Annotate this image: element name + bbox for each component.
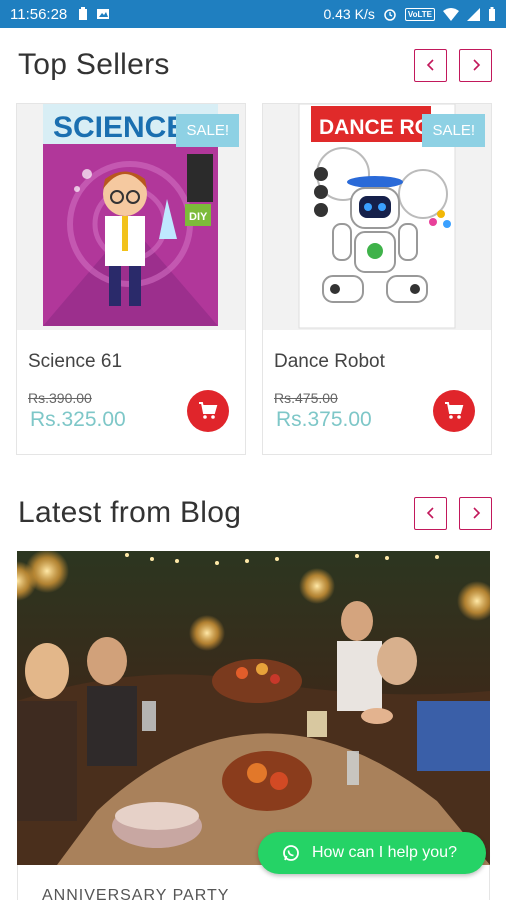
product-name[interactable]: Dance Robot [274, 351, 385, 373]
wifi-icon [443, 7, 459, 21]
blog-post-image[interactable] [17, 551, 490, 865]
whatsapp-chat-button[interactable]: How can I help you? [258, 832, 486, 874]
product-card[interactable]: DANCE ROBOT SALE! Dance Robot Rs.475.00 … [262, 103, 492, 455]
image-icon [97, 9, 110, 19]
chevron-left-icon [426, 59, 434, 71]
top-sellers-nav [414, 48, 492, 82]
top-sellers-header: Top Sellers [18, 45, 492, 85]
cart-icon [445, 402, 464, 419]
product-card[interactable]: SCIENCE 61 DIY SALE! Science 61 Rs.390.0… [16, 103, 246, 455]
add-to-cart-button[interactable] [187, 390, 229, 432]
whatsapp-button-label: How can I help you? [312, 844, 457, 861]
product-image[interactable]: DANCE ROBOT SALE! [263, 104, 491, 330]
product-price: Rs.375.00 [276, 408, 372, 431]
battery-saver-icon [79, 7, 88, 20]
blog-next-button[interactable] [459, 496, 492, 530]
product-old-price: Rs.390.00 [28, 390, 92, 406]
add-to-cart-button[interactable] [433, 390, 475, 432]
sale-badge: SALE! [422, 114, 485, 147]
chevron-left-icon [426, 507, 434, 519]
sale-badge: SALE! [176, 114, 239, 147]
party-photo [17, 551, 490, 865]
blog-nav [414, 496, 492, 530]
status-time: 11:56:28 [10, 5, 68, 23]
blog-header: Latest from Blog [18, 493, 492, 533]
battery-icon [489, 7, 495, 21]
product-old-price: Rs.475.00 [274, 390, 338, 406]
top-sellers-next-button[interactable] [459, 48, 492, 82]
chevron-right-icon [472, 59, 480, 71]
product-image[interactable]: SCIENCE 61 DIY SALE! [17, 104, 245, 330]
volte-badge: VoLTE [404, 7, 435, 21]
network-speed: 0.43 K/s [323, 6, 375, 22]
product-name[interactable]: Science 61 [28, 351, 122, 373]
chevron-right-icon [472, 507, 480, 519]
blog-section-title: Latest from Blog [18, 496, 242, 529]
blog-post-title[interactable]: ANNIVERSARY PARTY [42, 887, 229, 905]
top-sellers-title: Top Sellers [18, 48, 170, 81]
cart-icon [199, 402, 218, 419]
whatsapp-icon [283, 845, 299, 861]
top-sellers-prev-button[interactable] [414, 48, 447, 82]
blog-prev-button[interactable] [414, 496, 447, 530]
signal-icon [467, 7, 480, 21]
svg-text:DIY: DIY [189, 211, 208, 223]
product-price: Rs.325.00 [30, 408, 126, 431]
status-bar: 11:56:28 0.43 K/s VoLTE [0, 0, 506, 28]
alarm-icon [384, 9, 396, 21]
